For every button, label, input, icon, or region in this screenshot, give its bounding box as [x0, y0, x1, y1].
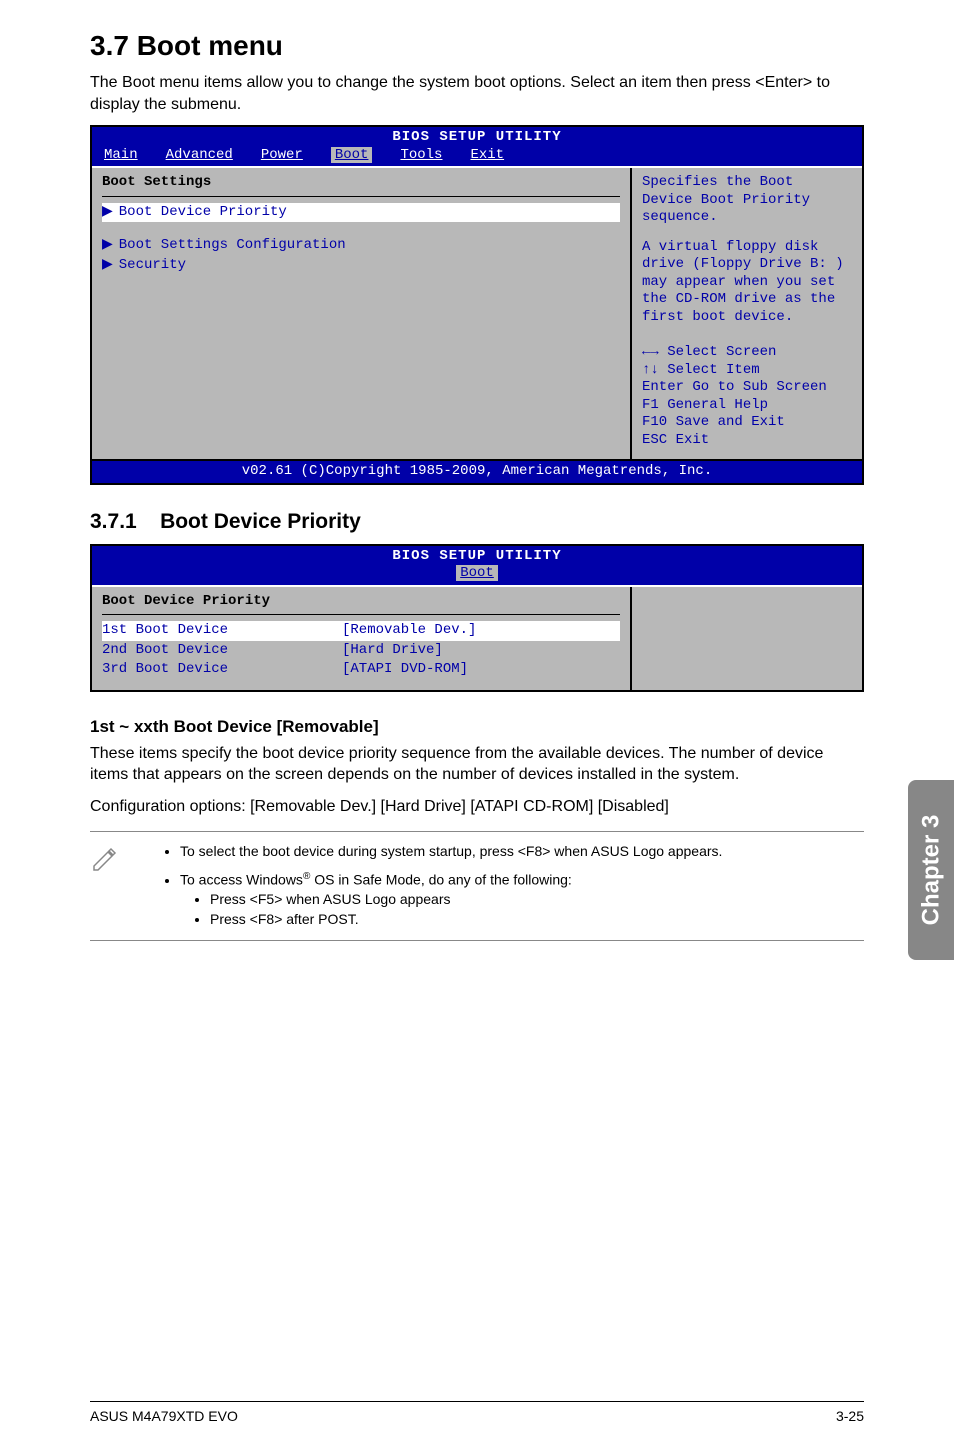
note-text: OS in Safe Mode, do any of the following… — [310, 872, 572, 888]
help-select-screen: ←→ Select Screen — [642, 344, 852, 362]
tab-main: Main — [104, 147, 138, 163]
bios-item-label: Boot Device Priority — [119, 204, 287, 220]
bios-left-heading: Boot Settings — [102, 174, 620, 192]
bios-help-desc: Specifies the Boot Device Boot Priority … — [642, 174, 852, 227]
subsection-number: 3.7.1 — [90, 510, 137, 533]
note-text: To access Windows — [180, 872, 303, 888]
footer-product: ASUS M4A79XTD EVO — [90, 1408, 238, 1424]
tab-boot: Boot — [331, 147, 373, 163]
triangle-icon: ▶ — [102, 204, 113, 220]
triangle-icon: ▶ — [102, 257, 113, 273]
help-f1: F1 General Help — [642, 397, 852, 415]
bios-item-boot-settings-config: ▶ Boot Settings Configuration — [102, 236, 620, 256]
footer-page-number: 3-25 — [836, 1408, 864, 1424]
divider — [102, 196, 620, 197]
tab-power: Power — [261, 147, 303, 163]
bios-item-boot-device-priority: ▶ Boot Device Priority — [102, 203, 620, 223]
note-subitem-1: Press <F5> when ASUS Logo appears — [210, 890, 864, 910]
bios-title: BIOS SETUP UTILITY — [92, 546, 862, 566]
subsection-title: Boot Device Priority — [160, 510, 361, 533]
bios-item-label: Security — [119, 257, 186, 273]
help-esc: ESC Exit — [642, 432, 852, 450]
pencil-icon — [90, 842, 120, 929]
bios-row-value: [ATAPI DVD-ROM] — [342, 661, 468, 679]
subsection-heading: 3.7.1 Boot Device Priority — [90, 510, 864, 534]
bios-row-label: 2nd Boot Device — [102, 642, 342, 660]
tab-boot: Boot — [456, 565, 498, 581]
note-block: To select the boot device during system … — [90, 831, 864, 940]
config-options: Configuration options: [Removable Dev.] … — [90, 796, 864, 818]
bios-copyright-footer: v02.61 (C)Copyright 1985-2009, American … — [92, 459, 862, 483]
bios-row-2nd-boot: 2nd Boot Device [Hard Drive] — [102, 641, 620, 661]
bios-title: BIOS SETUP UTILITY — [92, 127, 862, 147]
chapter-tab-label: Chapter 3 — [917, 815, 945, 926]
section-title: 3.7 Boot menu — [90, 30, 864, 62]
bios-row-1st-boot: 1st Boot Device [Removable Dev.] — [102, 621, 620, 641]
tab-exit: Exit — [470, 147, 504, 163]
bios-left-heading: Boot Device Priority — [102, 593, 620, 611]
bios-row-value: [Removable Dev.] — [342, 622, 476, 640]
tab-tools: Tools — [400, 147, 442, 163]
help-select-item: ↑↓ Select Item — [642, 362, 852, 380]
note-subitem-2: Press <F8> after POST. — [210, 910, 864, 930]
config-paragraph: These items specify the boot device prio… — [90, 743, 864, 786]
bios-row-value: [Hard Drive] — [342, 642, 443, 660]
bios-item-label: Boot Settings Configuration — [119, 237, 346, 253]
tab-advanced: Advanced — [166, 147, 233, 163]
bios-help-note: A virtual floppy disk drive (Floppy Driv… — [642, 239, 852, 327]
note-item-1: To select the boot device during system … — [180, 842, 864, 862]
bios-row-label: 1st Boot Device — [102, 622, 342, 640]
intro-paragraph: The Boot menu items allow you to change … — [90, 72, 864, 115]
triangle-icon: ▶ — [102, 237, 113, 253]
config-heading: 1st ~ xxth Boot Device [Removable] — [90, 717, 864, 737]
bios-screenshot-boot-menu: BIOS SETUP UTILITY Main Advanced Power Boot… — [90, 125, 864, 485]
bios-row-3rd-boot: 3rd Boot Device [ATAPI DVD-ROM] — [102, 660, 620, 680]
chapter-tab: Chapter 3 — [908, 780, 954, 960]
bios-row-label: 3rd Boot Device — [102, 661, 342, 679]
divider — [102, 614, 620, 615]
bios-item-security: ▶ Security — [102, 256, 620, 276]
note-item-2: To access Windows® OS in Safe Mode, do a… — [180, 870, 864, 929]
bios-tabs-row: Boot — [92, 565, 862, 585]
help-f10: F10 Save and Exit — [642, 414, 852, 432]
page-footer: ASUS M4A79XTD EVO 3-25 — [90, 1401, 864, 1444]
bios-screenshot-boot-device-priority: BIOS SETUP UTILITY Boot Boot Device Prio… — [90, 544, 864, 692]
help-sub-screen: Enter Go to Sub Screen — [642, 379, 852, 397]
bios-tabs-row: Main Advanced Power Boot Tools Exit — [92, 147, 862, 167]
